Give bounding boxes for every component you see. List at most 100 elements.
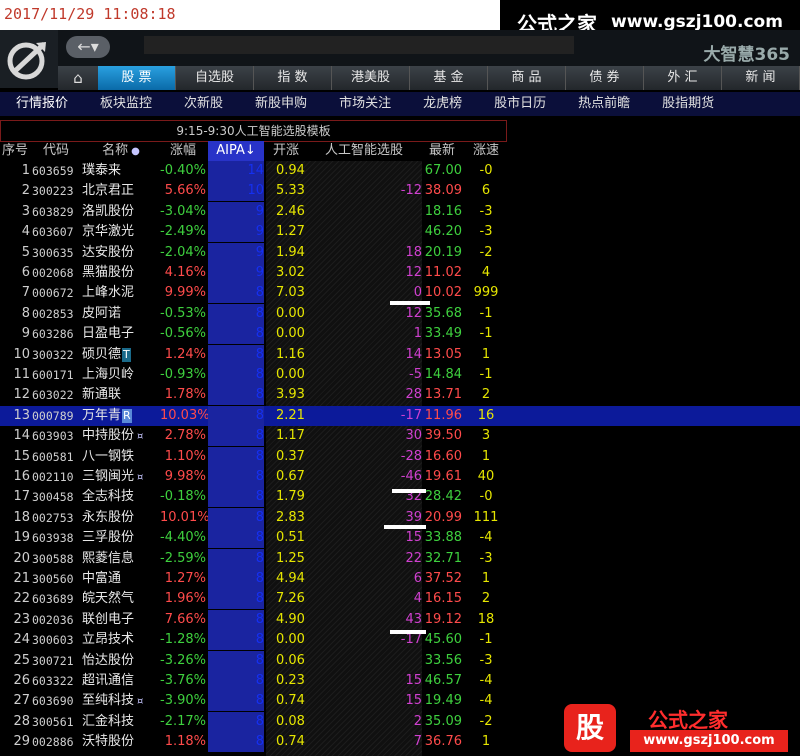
menu-item[interactable]: 新 闻	[722, 66, 800, 90]
last-price: 20.19	[424, 244, 462, 260]
subnav-item[interactable]: 热点前瞻	[562, 92, 646, 116]
change-percent: 1.10%	[164, 448, 206, 464]
change-percent: -0.18%	[160, 489, 206, 505]
subnav-item[interactable]: 新股申购	[239, 92, 323, 116]
stock-name-cell: 璞泰来	[82, 161, 160, 181]
row-index: 8	[21, 305, 30, 321]
col-header-open[interactable]: 开涨	[266, 141, 306, 161]
stock-code: 300458	[32, 490, 74, 505]
aipa-value: 8	[208, 467, 264, 487]
last-price: 46.20	[424, 224, 462, 240]
back-arrow-icon[interactable]: ←▾	[66, 36, 110, 58]
table-row[interactable]: 3 603829 洛凯股份 -3.04% 9 2.46 18.16 -3	[0, 201, 800, 222]
row-index: 4	[21, 224, 30, 240]
menu-item[interactable]: 商 品	[488, 66, 566, 90]
col-header-name[interactable]: 名称 ●	[82, 141, 160, 161]
stock-name: 至纯科技	[82, 693, 135, 709]
table-row[interactable]: 12 603022 新通联 1.78% 8 3.93 28 13.71 2	[0, 385, 800, 406]
table-row[interactable]: 6 002068 黑猫股份 4.16% 9 3.02 12 11.02 4	[0, 263, 800, 283]
last-price: 35.68	[424, 305, 462, 321]
menu-item[interactable]: 债 券	[566, 66, 644, 90]
address-bar[interactable]	[144, 36, 574, 54]
change-speed: -2	[479, 713, 493, 729]
subnav-item[interactable]: 行情报价	[0, 92, 84, 116]
stock-name-cell: 永东股份	[82, 508, 160, 528]
menu-item[interactable]: 指 数	[254, 66, 332, 90]
home-icon[interactable]: ⌂	[58, 66, 98, 90]
stock-name: 永东股份	[82, 509, 135, 525]
change-speed: -3	[479, 652, 493, 668]
change-speed: -3	[479, 224, 493, 240]
table-row[interactable]: 20 300588 熙菱信息 -2.59% 8 1.25 22 32.71 -3	[0, 548, 800, 569]
menu-item[interactable]: 港美股	[332, 66, 410, 90]
menu-item[interactable]: 股 票	[98, 66, 176, 90]
menu-item[interactable]: 基 金	[410, 66, 488, 90]
change-percent: -4.40%	[160, 530, 206, 546]
table-row[interactable]: 15 600581 八一钢铁 1.10% 8 0.37 -28 16.60 1	[0, 446, 800, 467]
change-percent: -3.76%	[160, 673, 206, 688]
last-price: 33.88	[424, 530, 462, 546]
table-row[interactable]: 16 002110 三钢闽光 ¤ 9.98% 8 0.67 -46 19.61 40	[0, 467, 800, 487]
table-row[interactable]: 11 600171 上海贝岭 -0.93% 8 0.00 -5 14.84 -1	[0, 365, 800, 385]
annotation-underline	[390, 301, 430, 305]
aipa-value: 8	[208, 303, 264, 324]
table-row[interactable]: 4 603607 京华激光 -2.49% 9 1.27 46.20 -3	[0, 222, 800, 243]
annotation-underline	[384, 525, 426, 529]
table-row[interactable]: 1 603659 璞泰来 -0.40% 14 0.94 67.00 -0	[0, 161, 800, 181]
table-row[interactable]: 10 300322 硕贝德 T 1.24% 8 1.16 14 13.05 1	[0, 344, 800, 365]
table-row[interactable]: 22 603689 皖天然气 1.96% 8 7.26 4 16.15 2	[0, 589, 800, 610]
row-index: 25	[13, 652, 30, 668]
col-header-idx[interactable]: 序号	[0, 141, 30, 161]
table-row[interactable]: 23 002036 联创电子 7.66% 8 4.90 43 19.12 18	[0, 609, 800, 630]
col-header-aipa[interactable]: AIPA↓	[208, 141, 264, 161]
subnav-item[interactable]: 股指期货	[646, 92, 730, 116]
subnav-item[interactable]: 板块监控	[84, 92, 168, 116]
change-speed: -2	[479, 244, 493, 260]
col-header-last[interactable]: 最新	[422, 141, 462, 161]
menu-item[interactable]: 外 汇	[644, 66, 722, 90]
change-speed: 16	[477, 407, 495, 423]
table-row[interactable]: 14 603903 中持股份 ¤ 2.78% 8 1.17 30 39.50 3	[0, 426, 800, 447]
change-speed: 1	[481, 571, 491, 586]
ai-score: 2	[413, 713, 422, 729]
aipa-value: 8	[208, 283, 264, 304]
col-header-code[interactable]: 代码	[32, 141, 80, 161]
change-speed: -4	[479, 693, 493, 709]
stock-code: 300635	[32, 245, 74, 260]
subnav-item[interactable]: 次新股	[168, 92, 239, 116]
stock-name-cell: 汇金科技	[82, 712, 160, 732]
app-logo-icon[interactable]	[0, 30, 58, 88]
stock-code: 300223	[32, 184, 74, 199]
last-price: 32.71	[424, 550, 462, 566]
col-header-chg[interactable]: 涨幅	[160, 141, 206, 161]
table-row[interactable]: 25 300721 怡达股份 -3.26% 8 0.06 33.56 -3	[0, 650, 800, 671]
table-row[interactable]: 8 002853 皮阿诺 -0.53% 8 0.00 12 35.68 -1	[0, 303, 800, 324]
ai-score	[306, 222, 422, 242]
col-header-ai[interactable]: 人工智能选股	[306, 141, 422, 161]
col-header-speed[interactable]: 涨速	[466, 141, 506, 161]
menu-item[interactable]: 自选股	[176, 66, 254, 90]
subnav-item[interactable]: 龙虎榜	[407, 92, 478, 116]
table-row[interactable]: 26 603322 超讯通信 -3.76% 8 0.23 15 46.57 -4	[0, 671, 800, 691]
row-index: 17	[13, 489, 30, 505]
last-price: 20.99	[424, 509, 462, 525]
table-row[interactable]: 5 300635 达安股份 -2.04% 9 1.94 18 20.19 -2	[0, 242, 800, 263]
last-price: 16.15	[424, 591, 462, 607]
row-index: 10	[13, 346, 30, 362]
stock-name: 三钢闽光	[82, 469, 135, 484]
table-row[interactable]: 9 603286 日盈电子 -0.56% 8 0.00 1 33.49 -1	[0, 324, 800, 345]
subnav-item[interactable]: 市场关注	[323, 92, 407, 116]
column-header: 序号 代码 名称 ● 涨幅 AIPA↓ 开涨 人工智能选股 最新 涨速	[0, 141, 800, 161]
stock-name: 八一钢铁	[82, 448, 135, 464]
change-percent: -2.17%	[160, 713, 206, 729]
table-row[interactable]: 2 300223 北京君正 5.66% 10 5.33 -12 38.09 6	[0, 181, 800, 202]
ai-score: -17	[400, 407, 422, 423]
change-percent: 10.03%	[160, 407, 210, 423]
subnav-item[interactable]: 股市日历	[478, 92, 562, 116]
stock-name: 上峰水泥	[82, 285, 135, 301]
table-row[interactable]: 13 000789 万年青 R 10.03% 8 2.21 -17 11.96 16	[0, 405, 800, 427]
table-row[interactable]: 21 300560 中富通 1.27% 8 4.94 6 37.52 1	[0, 569, 800, 589]
table-row[interactable]: 19 603938 三孚股份 -4.40% 8 0.51 15 33.88 -4	[0, 528, 800, 549]
change-percent: -0.93%	[160, 367, 206, 382]
stock-name: 新通联	[82, 387, 122, 403]
